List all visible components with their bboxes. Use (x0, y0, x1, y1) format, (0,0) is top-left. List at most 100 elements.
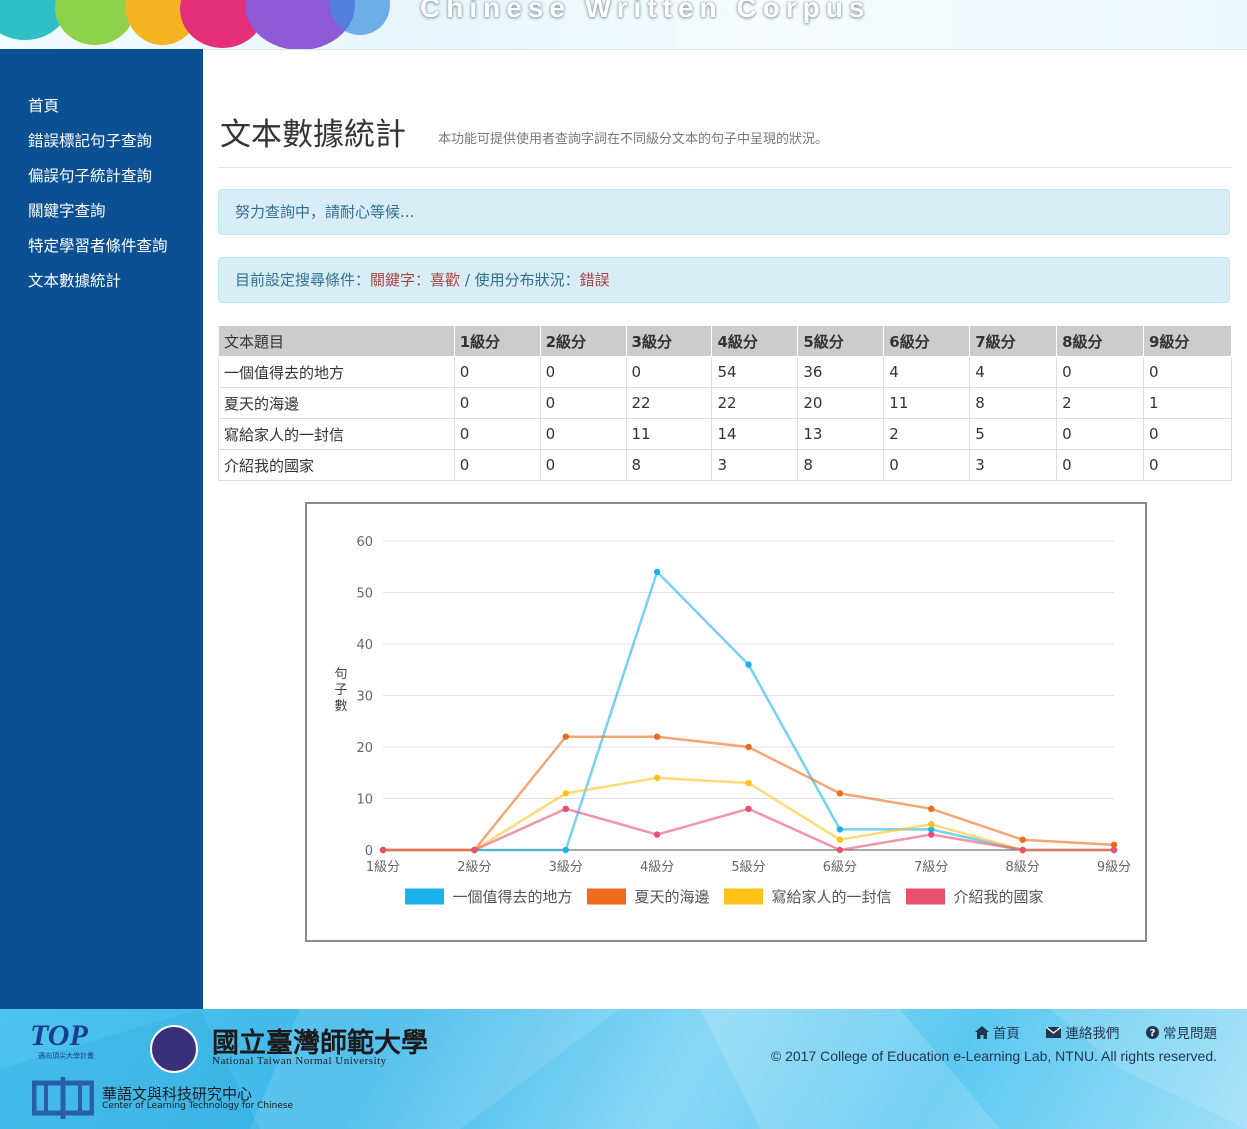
table-row: 介紹我的國家 0 0 8 3 8 0 3 0 0 (218, 449, 1232, 481)
table-cell: 0 (539, 449, 627, 481)
envelope-icon (1045, 1026, 1062, 1038)
footer-link-faq[interactable]: ? 常見問題 (1145, 1026, 1217, 1042)
series-line (383, 776, 1114, 852)
table-cell: 2 (883, 418, 971, 450)
x-tick-label: 3級分 (549, 860, 583, 875)
criteria-usage-label: 使用分布狀況： (474, 271, 580, 289)
table-cell: 11 (625, 418, 713, 450)
data-point (1110, 846, 1118, 854)
footer-link-contact[interactable]: 連絡我們 (1045, 1026, 1124, 1042)
footer-link-home[interactable]: 首頁 (974, 1026, 1025, 1042)
table-cell: 0 (1056, 449, 1145, 481)
column-header: 8級分 (1056, 325, 1145, 357)
home-icon (974, 1026, 989, 1039)
data-point (562, 805, 569, 812)
table-cell: 一個值得去的地方 (218, 356, 455, 388)
table-cell: 0 (883, 449, 971, 481)
data-point (928, 805, 935, 812)
title-divider (218, 167, 1232, 168)
table-cell: 14 (711, 418, 799, 450)
column-header: 4級分 (711, 325, 799, 357)
line-chart-panel: 0 10 20 30 40 50 60 句子數 1級分 2級分 3級分 4級分 5級分 6級分 7級分 8級分… (305, 502, 1147, 942)
sidebar-item-text-data-stats[interactable]: 文本數據統計 (28, 271, 168, 306)
footer-link-faq-label: 常見問題 (1163, 1026, 1217, 1042)
y-tick-label: 30 (356, 690, 373, 705)
y-tick-label: 50 (356, 587, 373, 602)
legend-swatch (586, 887, 627, 906)
top-university-logo: TOP 邁向頂尖大學計畫 (30, 1019, 115, 1067)
column-header: 7級分 (969, 325, 1058, 357)
table-cell: 0 (539, 387, 627, 419)
sidebar-item-keyword-search[interactable]: 關鍵字查詢 (28, 201, 168, 236)
data-point (471, 846, 478, 854)
page-title: 文本數據統計 (220, 117, 406, 153)
legend-swatch (723, 887, 764, 906)
x-tick-label: 6級分 (823, 860, 857, 875)
y-tick-label: 10 (356, 793, 373, 808)
x-tick-label: 7級分 (914, 860, 948, 875)
svg-text:?: ? (1149, 1028, 1155, 1039)
table-cell: 4 (883, 356, 971, 388)
sidebar-item-error-sentence-stats[interactable]: 偏誤句子統計查詢 (28, 166, 168, 201)
ntnu-name-en: National Taiwan Normal University (212, 1055, 387, 1067)
table-cell: 54 (711, 356, 799, 388)
data-point (1019, 836, 1026, 843)
footer-link-home-label: 首頁 (992, 1026, 1020, 1042)
data-point (928, 831, 935, 838)
table-cell: 0 (453, 387, 541, 419)
y-axis-label: 子 (334, 683, 347, 698)
page-subtitle: 本功能可提供使用者查詢字詞在不同級分文本的句子中呈現的狀況。 (438, 132, 829, 147)
legend-swatch (905, 887, 946, 906)
table-cell: 8 (797, 449, 885, 481)
table-cell: 0 (1056, 418, 1145, 450)
data-point (653, 831, 661, 838)
table-cell: 0 (1143, 356, 1232, 388)
x-tick-label: 9級分 (1097, 860, 1131, 875)
question-circle-icon: ? (1145, 1026, 1159, 1039)
column-header: 文本題目 (218, 325, 455, 357)
loading-alert: 努力查詢中，請耐心等候... (218, 189, 1230, 235)
data-point (745, 805, 752, 812)
table-cell: 0 (539, 356, 627, 388)
data-point (653, 733, 661, 740)
table-cell: 36 (797, 356, 885, 388)
data-point (562, 846, 569, 854)
sidebar-item-home[interactable]: 首頁 (28, 96, 168, 131)
table-cell: 0 (453, 418, 541, 450)
table-cell: 介紹我的國家 (218, 449, 455, 481)
legend-label: 寫給家人的一封信 (772, 888, 892, 906)
series-line (383, 735, 1115, 852)
criteria-keyword-label: 關鍵字： (370, 271, 431, 289)
y-axis-label: 句 (334, 667, 347, 682)
x-tick-label: 8級分 (1005, 860, 1039, 875)
x-tick-label: 2級分 (457, 860, 491, 875)
ntnu-seal-logo (150, 1025, 198, 1073)
table-row: 寫給家人的一封信 0 0 11 14 13 2 5 0 0 (218, 418, 1232, 450)
table-row: 一個值得去的地方 0 0 0 54 36 4 4 0 0 (218, 356, 1232, 388)
data-point (836, 790, 844, 797)
column-header: 6級分 (883, 325, 971, 357)
table-cell: 夏天的海邊 (218, 387, 455, 419)
data-point (745, 661, 752, 668)
table-cell: 13 (797, 418, 885, 450)
y-tick-label: 0 (365, 844, 373, 859)
sidebar-item-learner-condition-search[interactable]: 特定學習者條件查詢 (28, 236, 168, 271)
table-cell: 0 (1143, 449, 1232, 481)
table-row: 夏天的海邊 0 0 22 22 20 11 8 2 1 (218, 387, 1232, 419)
data-point (562, 790, 569, 797)
data-point (653, 774, 661, 782)
table-cell: 1 (1143, 387, 1232, 419)
table-cell: 0 (1143, 418, 1232, 450)
banner-bubble-decoration (55, 0, 135, 45)
top-logo-text: TOP (30, 1019, 88, 1052)
y-tick-label: 60 (356, 535, 373, 550)
table-cell: 0 (453, 356, 541, 388)
table-cell: 5 (969, 418, 1058, 450)
banner-title: Chinese Written Corpus (420, 0, 871, 23)
table-cell: 22 (711, 387, 799, 419)
data-point (379, 846, 387, 854)
column-header: 9級分 (1143, 325, 1232, 357)
table-cell: 0 (625, 356, 713, 388)
x-tick-label: 5級分 (731, 860, 765, 875)
sidebar-item-error-tag-sentence-search[interactable]: 錯誤標記句子查詢 (28, 131, 168, 166)
